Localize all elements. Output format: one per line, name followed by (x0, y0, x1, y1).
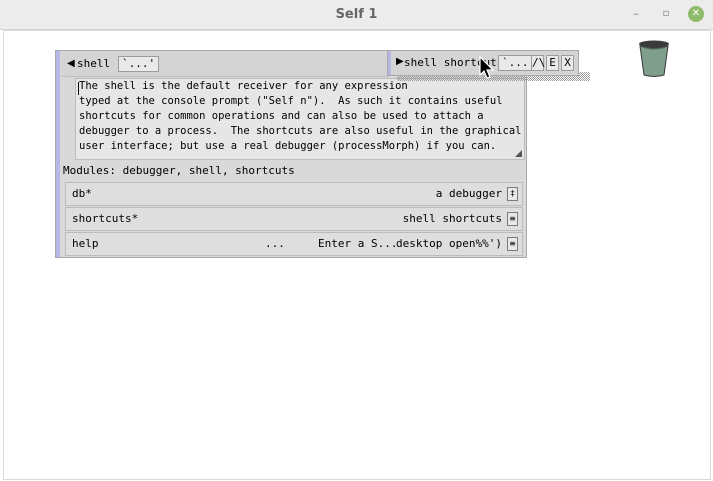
slot-value[interactable]: a debugger (436, 187, 502, 200)
slot-name[interactable]: db* (72, 187, 92, 200)
comment-line: shortcuts for common operations and can … (79, 110, 484, 122)
shell-outliner[interactable]: ◀ shell `...' The shell is the default r… (55, 50, 527, 258)
slot-value[interactable]: desktop open%%') (396, 237, 502, 250)
outliner-accent-bar (56, 51, 60, 257)
comment-line: debugger to a process. The shortcuts are… (79, 125, 522, 137)
dismiss-button[interactable]: X (561, 55, 574, 71)
maximize-button[interactable]: ▫ (658, 6, 674, 22)
outliner-accent-bar (388, 51, 391, 75)
outliner-header[interactable]: ◀ shell `...' (61, 51, 389, 77)
minimize-button[interactable]: – (628, 6, 644, 22)
slot-value[interactable]: shell shortcuts (403, 212, 502, 225)
slot-menu-icon[interactable]: ‡ (507, 187, 518, 201)
comment-line: user interface; but use a real debugger … (79, 140, 497, 152)
slot-db[interactable]: db* a debugger ‡ (65, 182, 523, 206)
evaluator-button[interactable]: E (546, 55, 559, 71)
parent-button[interactable]: /\ (531, 55, 545, 71)
outliner-title[interactable]: shell (77, 57, 110, 70)
slot-dots[interactable]: ... (265, 237, 285, 250)
slot-menu-icon[interactable]: ≡ (507, 237, 518, 251)
title-bar: Self 1 – ▫ ✕ (0, 0, 713, 30)
resize-handle-icon[interactable] (515, 150, 522, 157)
slot-shortcuts[interactable]: shortcuts* shell shortcuts ≡ (65, 207, 523, 231)
self-window: Self 1 – ▫ ✕ ◀ shell `...' The shell is … (0, 0, 713, 481)
slot-help[interactable]: help ... Enter a S... desktop open%%') ≡ (65, 232, 523, 256)
modules-label: Modules: debugger, shell, shortcuts (63, 164, 295, 177)
comment-box[interactable]: The shell is the default receiver for an… (75, 78, 525, 160)
mouse-pointer-icon (479, 56, 495, 79)
collapse-triangle-icon[interactable]: ◀ (67, 58, 75, 69)
comment-line: typed at the console prompt ("Self n"). … (79, 95, 503, 107)
close-button[interactable]: ✕ (688, 6, 704, 22)
slot-menu-icon[interactable]: ≡ (507, 212, 518, 226)
trash-can-icon[interactable] (634, 38, 674, 78)
expand-triangle-icon[interactable]: ▶ (396, 56, 404, 67)
comment-line: The shell is the default receiver for an… (79, 80, 408, 92)
slot-string[interactable]: Enter a S... (318, 237, 397, 250)
ellipsis-button[interactable]: `...' (118, 56, 160, 72)
slot-name[interactable]: help (72, 237, 99, 250)
slot-name[interactable]: shortcuts* (72, 212, 138, 225)
window-title: Self 1 (335, 7, 378, 22)
